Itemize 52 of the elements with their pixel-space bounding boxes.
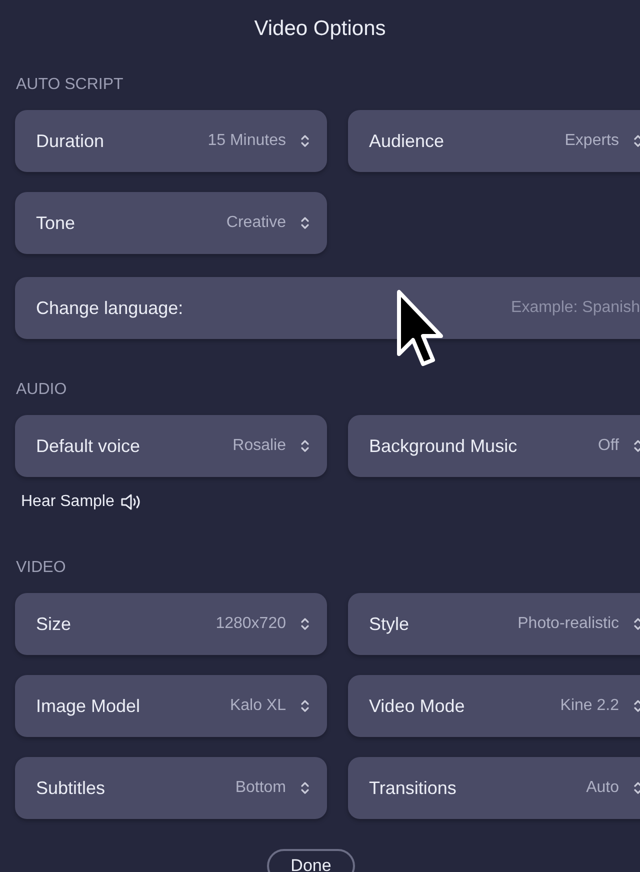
field-value: Rosalie: [232, 436, 286, 456]
field-label: Change language:: [36, 296, 184, 320]
section-heading: AUTO SCRIPT: [15, 75, 124, 95]
section-heading: VIDEO: [15, 558, 66, 578]
up-down-chevron-icon: [633, 616, 640, 632]
up-down-chevron-icon: [633, 780, 640, 796]
section-heading: AUDIO: [15, 380, 67, 400]
field-label: Duration: [36, 130, 104, 152]
field-label: Default voice: [36, 434, 140, 458]
field-value: Creative: [226, 213, 286, 233]
up-down-chevron-icon: [300, 215, 310, 231]
field-label: Tone: [36, 212, 76, 234]
up-down-chevron-icon: [300, 438, 310, 454]
up-down-chevron-icon: [300, 133, 310, 149]
field-value: Auto: [586, 778, 619, 798]
field-value: Bottom: [235, 778, 286, 798]
done-button[interactable]: Done: [266, 849, 356, 872]
field-label: Size: [36, 612, 72, 636]
select-field[interactable]: Duration 15 Minutes: [15, 110, 327, 172]
select-field[interactable]: Video Mode Kine 2.2: [348, 675, 640, 737]
field-label: Background Music: [369, 434, 518, 458]
dialog-title: Video Options: [254, 16, 386, 42]
up-down-chevron-icon: [633, 438, 640, 454]
field-value: Experts: [564, 131, 619, 151]
field-label: Style: [369, 612, 410, 636]
select-field[interactable]: Image Model Kalo XL: [15, 675, 327, 737]
field-value: Kine 2.2: [560, 696, 619, 716]
select-field[interactable]: Default voice Rosalie: [15, 415, 327, 477]
field-label: Transitions: [369, 776, 456, 800]
select-field[interactable]: Background Music Off: [348, 415, 640, 477]
up-down-chevron-icon: [633, 698, 640, 714]
hear-sample-link[interactable]: Hear Sample: [15, 489, 142, 515]
field-label: Image Model: [36, 694, 140, 718]
select-field[interactable]: Audience Experts: [348, 110, 640, 172]
field-value: 1280x720: [216, 614, 286, 634]
field-label: Audience: [369, 130, 444, 152]
select-field[interactable]: Style Photo-realistic: [348, 593, 640, 655]
select-field[interactable]: Subtitles Bottom: [15, 757, 327, 819]
field-value: Photo-realistic: [518, 614, 619, 634]
select-field[interactable]: Transitions Auto: [348, 757, 640, 819]
up-down-chevron-icon: [300, 698, 310, 714]
field-value: Kalo XL: [230, 696, 286, 716]
field-label: Video Mode: [369, 694, 465, 718]
field-label: Subtitles: [36, 776, 106, 800]
field-value: Off: [598, 436, 619, 456]
up-down-chevron-icon: [633, 133, 640, 149]
select-field[interactable]: Size 1280x720: [15, 593, 327, 655]
select-field[interactable]: Tone Creative: [15, 192, 327, 254]
up-down-chevron-icon: [300, 780, 310, 796]
field-value: 15 Minutes: [208, 131, 286, 151]
speaker-icon: [120, 493, 142, 511]
up-down-chevron-icon: [300, 616, 310, 632]
